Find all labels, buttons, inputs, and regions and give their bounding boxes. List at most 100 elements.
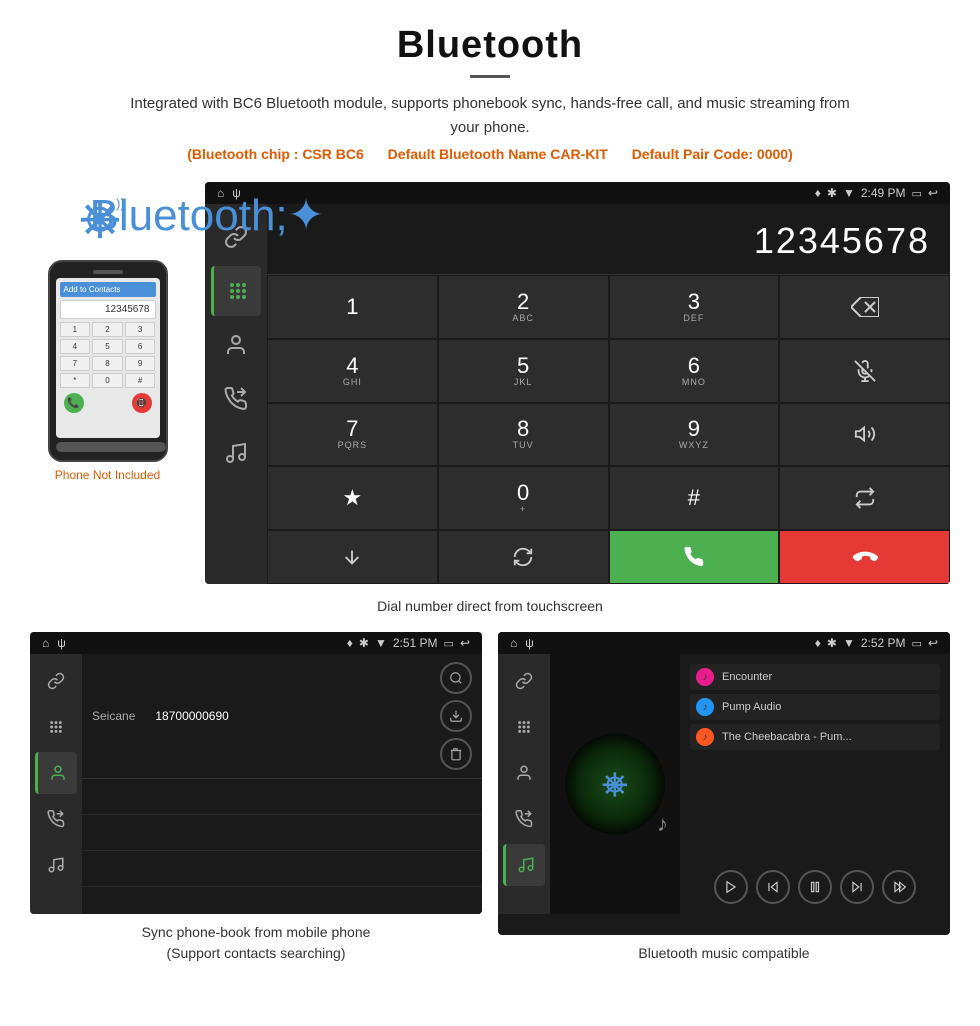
sidebar-item-keypad[interactable]	[211, 266, 261, 316]
pause-button[interactable]	[798, 870, 832, 904]
ms-sidebar-music[interactable]	[503, 844, 545, 886]
play-button[interactable]	[714, 870, 748, 904]
pb-back[interactable]: ↩	[460, 636, 470, 650]
ms-loc-icon: ♦	[815, 636, 821, 650]
pb-battery: ▭	[444, 637, 454, 650]
phone-keypad: 1 2 3 4 5 6 7 8 9 * 0 #	[60, 322, 156, 388]
music-track-1[interactable]: ♪ Encounter	[690, 664, 940, 690]
music-screen: ⌂ ψ ♦ ✱ ▼ 2:52 PM ▭ ↩	[498, 632, 950, 935]
dial-key-call[interactable]	[609, 530, 780, 584]
pb-sidebar-keypad[interactable]	[35, 706, 77, 748]
dial-key-star[interactable]: ★	[267, 466, 438, 530]
key-8-label: 8	[517, 418, 529, 440]
ms-sidebar-link[interactable]	[503, 660, 545, 702]
phone-home-button[interactable]	[56, 442, 166, 452]
dial-key-6[interactable]: 6 MNO	[609, 339, 780, 403]
dial-main: 12345678 1 2 ABC 3 DEF	[267, 204, 950, 584]
pb-signal-icon: ▼	[375, 636, 387, 650]
dial-key-swap[interactable]	[779, 466, 950, 530]
next-button[interactable]	[840, 870, 874, 904]
pb-download-button[interactable]	[440, 700, 472, 732]
dial-key-1[interactable]: 1	[267, 275, 438, 339]
phonebook-screen: ⌂ ψ ♦ ✱ ▼ 2:51 PM ▭ ↩	[30, 632, 482, 914]
dial-key-8[interactable]: 8 TUV	[438, 403, 609, 467]
dial-sidebar	[205, 204, 267, 584]
dial-key-5[interactable]: 5 JKL	[438, 339, 609, 403]
dial-key-4[interactable]: 4 GHI	[267, 339, 438, 403]
phone-key-3[interactable]: 3	[125, 322, 156, 337]
sidebar-item-contacts[interactable]	[211, 320, 261, 370]
ms-status-right: ♦ ✱ ▼ 2:52 PM ▭ ↩	[815, 636, 938, 650]
dial-key-9[interactable]: 9 WXYZ	[609, 403, 780, 467]
dial-key-twirl[interactable]	[438, 530, 609, 584]
pb-row-4[interactable]	[82, 887, 482, 914]
pb-sidebar-link[interactable]	[35, 660, 77, 702]
phone-key-8[interactable]: 8	[92, 356, 123, 371]
key-2-label: 2	[517, 291, 529, 313]
pb-sidebar-call[interactable]	[35, 798, 77, 840]
ms-sidebar-call[interactable]	[503, 798, 545, 840]
dial-key-7[interactable]: 7 PQRS	[267, 403, 438, 467]
ms-sidebar-keypad[interactable]	[503, 706, 545, 748]
dial-key-volume[interactable]	[779, 403, 950, 467]
dial-key-0[interactable]: 0 +	[438, 466, 609, 530]
key-5-label: 5	[517, 355, 529, 377]
pb-row-1[interactable]	[82, 779, 482, 815]
svg-text:⎈: ⎈	[602, 765, 628, 801]
sidebar-item-music[interactable]	[211, 428, 261, 478]
key-9-sub: WXYZ	[679, 440, 709, 450]
music-track-2[interactable]: ♪ Pump Audio	[690, 694, 940, 720]
music-content: ⎈ ♪ ♪ Encounter	[498, 654, 950, 914]
pb-sidebar-music[interactable]	[35, 844, 77, 886]
track-2-icon: ♪	[696, 698, 714, 716]
pb-search-button[interactable]	[440, 662, 472, 694]
music-track-3[interactable]: ♪ The Cheebacabra - Pum...	[690, 724, 940, 750]
dial-key-backspace[interactable]	[779, 275, 950, 339]
track-1-icon: ♪	[696, 668, 714, 686]
dial-key-mute[interactable]	[779, 339, 950, 403]
bt-status-icon: ✱	[827, 186, 837, 200]
phone-key-7[interactable]: 7	[60, 356, 91, 371]
phone-key-4[interactable]: 4	[60, 339, 91, 354]
album-art-wrap: ⎈ ♪	[560, 729, 670, 839]
phone-key-star[interactable]: *	[60, 373, 91, 388]
phone-key-9[interactable]: 9	[125, 356, 156, 371]
pb-usb-icon: ψ	[57, 636, 66, 650]
key-3-label: 3	[688, 291, 700, 313]
dial-key-3[interactable]: 3 DEF	[609, 275, 780, 339]
phone-key-6[interactable]: 6	[125, 339, 156, 354]
music-info: ♪ Encounter ♪ Pump Audio ♪ The Cheebacab…	[680, 654, 950, 914]
back-icon[interactable]: ↩	[928, 186, 938, 200]
bottom-row: ⌂ ψ ♦ ✱ ▼ 2:51 PM ▭ ↩	[30, 632, 950, 968]
phone-key-2[interactable]: 2	[92, 322, 123, 337]
ms-sidebar-contacts[interactable]	[503, 752, 545, 794]
skip-button[interactable]	[882, 870, 916, 904]
ms-back[interactable]: ↩	[928, 636, 938, 650]
phone-key-1[interactable]: 1	[60, 322, 91, 337]
sidebar-item-call-forward[interactable]	[211, 374, 261, 424]
phone-call-button[interactable]: 📞	[64, 393, 84, 413]
page-title: Bluetooth	[40, 24, 940, 67]
phone-end-button[interactable]: 📵	[132, 393, 152, 413]
pb-sidebar-contacts[interactable]	[35, 752, 77, 794]
phone-key-0[interactable]: 0	[92, 373, 123, 388]
pb-delete-button[interactable]	[440, 738, 472, 770]
phone-key-hash[interactable]: #	[125, 373, 156, 388]
dial-content: 12345678 1 2 ABC 3 DEF	[205, 204, 950, 584]
prev-button[interactable]	[756, 870, 790, 904]
phone-key-5[interactable]: 5	[92, 339, 123, 354]
dial-key-end[interactable]	[779, 530, 950, 584]
album-art-svg: ⎈	[560, 729, 670, 839]
dial-key-hash[interactable]: #	[609, 466, 780, 530]
music-card: ⌂ ψ ♦ ✱ ▼ 2:52 PM ▭ ↩	[498, 632, 950, 968]
ms-usb-icon: ψ	[525, 636, 534, 650]
pb-time: 2:51 PM	[393, 636, 438, 650]
pb-status-right: ♦ ✱ ▼ 2:51 PM ▭ ↩	[347, 636, 470, 650]
pb-row-2[interactable]	[82, 815, 482, 851]
pb-row-3[interactable]	[82, 851, 482, 887]
phonebook-actions	[440, 662, 472, 770]
dial-key-merge[interactable]	[267, 530, 438, 584]
key-5-sub: JKL	[514, 377, 533, 387]
dial-key-2[interactable]: 2 ABC	[438, 275, 609, 339]
key-4-label: 4	[346, 355, 358, 377]
